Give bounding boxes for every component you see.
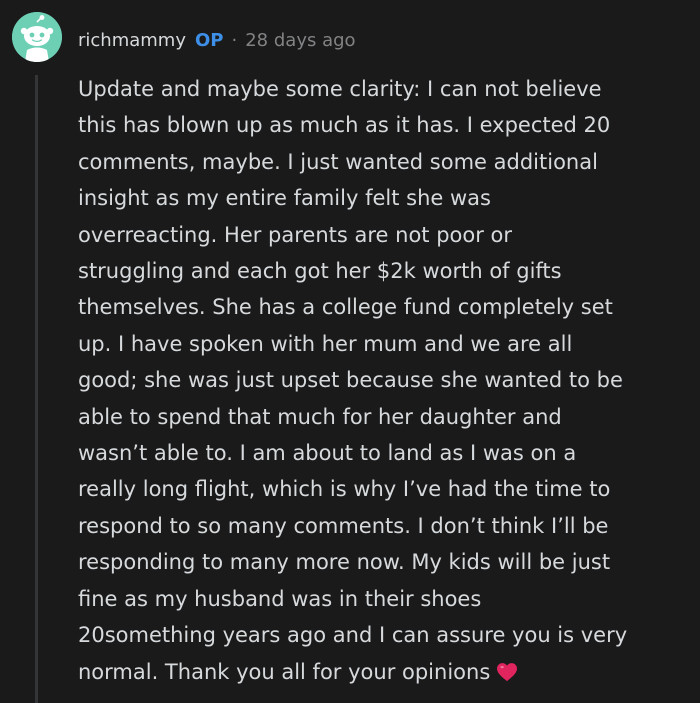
author-username[interactable]: richmammy [78, 30, 186, 51]
comment-body-last-line: normal. Thank you all for your opinions [78, 654, 684, 693]
comment-body-line: wasn’t able to. I am about to land as I … [78, 441, 577, 466]
comment-body-line: struggling and each got her $2k worth of… [78, 259, 562, 284]
comment-body-line: insight as my entire family felt she was [78, 186, 491, 211]
thread-collapse-line[interactable] [35, 75, 38, 703]
avatar[interactable] [12, 12, 62, 62]
comment-body-line: able to spend that much for her daughter… [78, 404, 562, 429]
op-badge: OP [195, 29, 224, 51]
comment-body-line: themselves. She has a college fund compl… [78, 295, 613, 320]
comment-body-line: really long flight, which is why I’ve ha… [78, 477, 611, 502]
comment-body-line: good; she was just upset because she wan… [78, 368, 623, 393]
comment: richmammy OP · 28 days ago Update and ma… [0, 0, 700, 703]
comment-body-line: 20something years ago and I can assure y… [78, 623, 628, 648]
comment-body-line: up. I have spoken with her mum and we ar… [78, 331, 573, 356]
comment-body-line-text: normal. Thank you all for your opinions [78, 659, 491, 684]
meta-separator: · [231, 29, 238, 51]
comment-timestamp[interactable]: 28 days ago [245, 30, 355, 51]
comment-body-line: comments, maybe. I just wanted some addi… [78, 149, 598, 174]
comment-body-line: Update and maybe some clarity: I can not… [78, 77, 602, 101]
comment-body-line: overreacting. Her parents are not poor o… [78, 222, 513, 247]
comment-body-line: respond to so many comments. I don’t thi… [78, 513, 609, 538]
comment-body-line: this has blown up as much as it has. I e… [78, 113, 611, 138]
comment-body-line: fine as my husband was in their shoes [78, 586, 482, 611]
comment-meta: richmammy OP · 28 days ago [78, 27, 356, 53]
comment-body-line: responding to many more now. My kids wil… [78, 550, 611, 575]
comment-body: Update and maybe some clarity: I can not… [78, 71, 684, 693]
heart-icon [496, 657, 518, 693]
snoo-avatar-icon [12, 12, 62, 62]
